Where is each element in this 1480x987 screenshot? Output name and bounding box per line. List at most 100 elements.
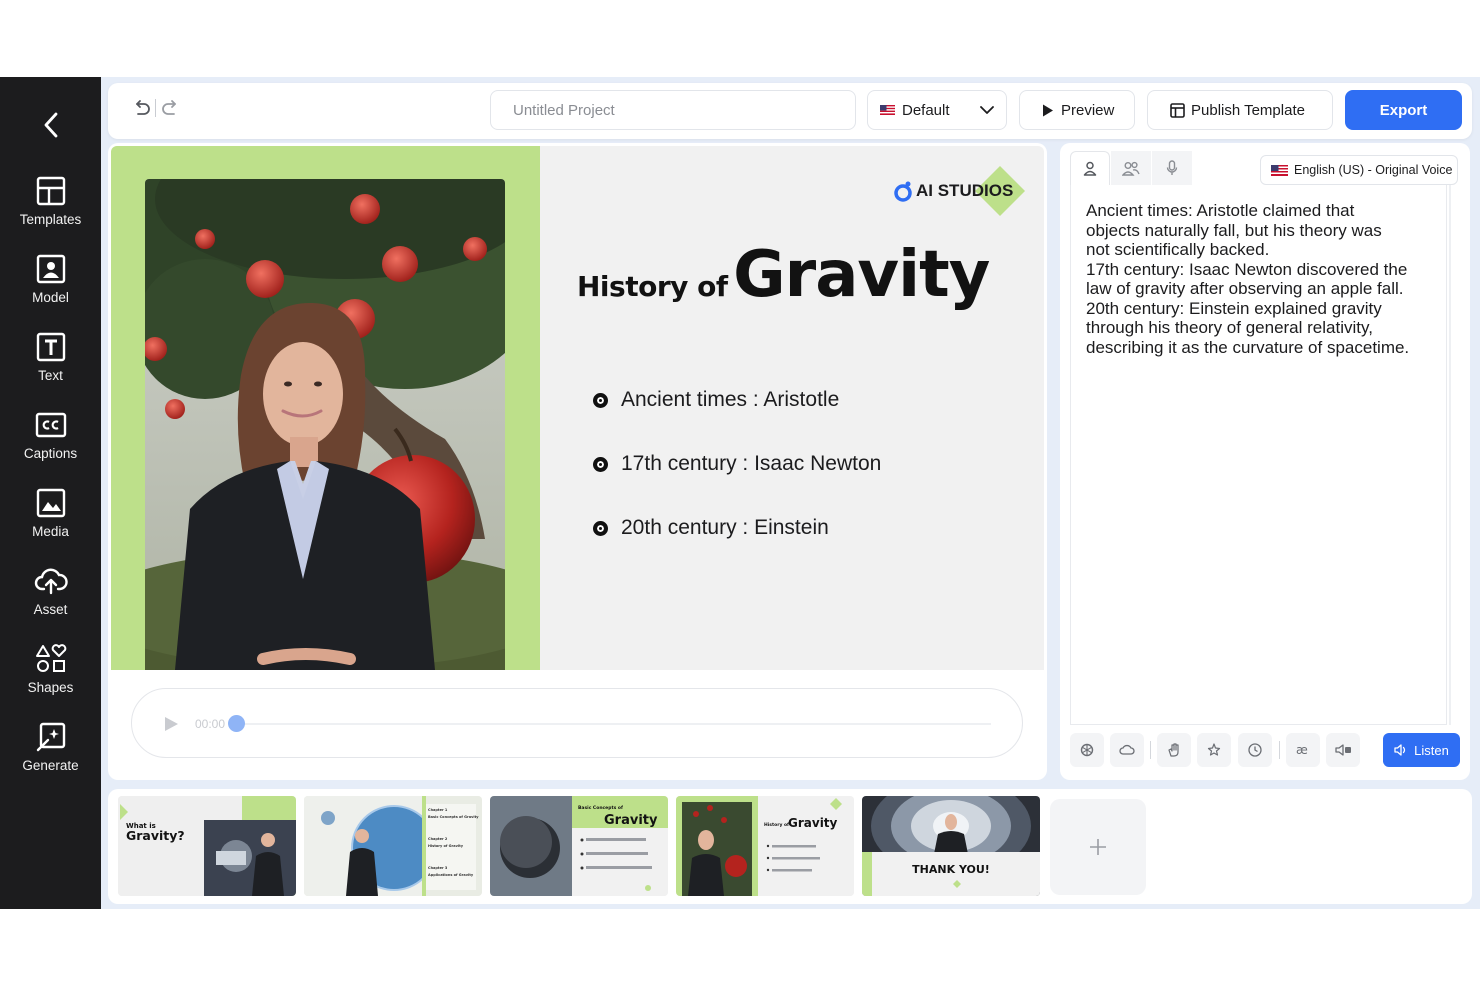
script-textarea[interactable]: Ancient times: Aristotle claimed that ob… — [1070, 185, 1447, 725]
template-icon — [1170, 102, 1185, 118]
slide-title[interactable]: History of Gravity — [577, 238, 990, 312]
thumb-title-big: Gravity? — [126, 828, 185, 843]
volume-button[interactable] — [1326, 733, 1360, 767]
us-flag-icon — [1271, 164, 1288, 176]
cloud-icon — [1119, 744, 1135, 755]
project-title-placeholder: Untitled Project — [513, 101, 615, 119]
language-preset-select[interactable]: Default — [867, 90, 1007, 130]
canvas-panel: AI STUDIOS History of Gravity Ancient ti… — [108, 143, 1047, 780]
bullet-dot-icon — [593, 456, 608, 472]
effect-icon — [1207, 743, 1221, 756]
top-toolbar: Untitled Project Default Preview Publish… — [108, 83, 1472, 139]
progress-track[interactable] — [236, 723, 991, 725]
slide-thumbnail[interactable]: Chapter 1 Basic Concepts of Gravity Chap… — [304, 796, 482, 896]
sidebar-item-label: Templates — [19, 212, 82, 227]
back-button[interactable] — [34, 105, 68, 145]
slide-bullet-text: Ancient times : Aristotle — [621, 388, 840, 411]
slide-bullet-text: 17th century : Isaac Newton — [621, 452, 882, 475]
gesture-icon — [1168, 743, 1179, 757]
listen-button[interactable]: Listen — [1383, 733, 1460, 767]
volume-icon — [1335, 744, 1351, 756]
publish-label: Publish Template — [1191, 101, 1305, 119]
bullet-dot-icon — [593, 520, 608, 536]
play-icon — [1043, 104, 1053, 116]
model-icon — [34, 252, 68, 286]
pause-button[interactable] — [1110, 733, 1144, 767]
sidebar-item-label: Media — [32, 524, 69, 539]
slide-thumbnail[interactable]: History of Gravity — [676, 796, 854, 896]
shapes-icon — [34, 642, 68, 676]
tab-voice-recording[interactable] — [1152, 151, 1192, 185]
default-label: Default — [902, 101, 950, 119]
logo-text: AI STUDIOS — [916, 181, 1014, 200]
media-icon — [34, 486, 68, 520]
voice-language-select[interactable]: English (US) - Original Voice — [1260, 155, 1458, 185]
sidebar-item-captions[interactable]: Captions — [0, 408, 101, 474]
thumb-item: History of Gravity — [428, 844, 464, 848]
redo-icon[interactable] — [160, 98, 182, 120]
templates-icon — [34, 174, 68, 208]
pronunciation-button[interactable]: æ — [1286, 733, 1320, 767]
preview-button[interactable]: Preview — [1019, 90, 1135, 130]
generate-icon — [34, 720, 68, 754]
sidebar-item-label: Captions — [23, 446, 78, 461]
microphone-icon — [1166, 160, 1178, 175]
tab-multi-avatar[interactable] — [1111, 151, 1151, 185]
sidebar-item-templates[interactable]: Templates — [0, 174, 101, 240]
thumb-title-big: THANK YOU! — [912, 863, 990, 876]
timeline-player: 00:00 — [131, 688, 1023, 758]
ai-assist-button[interactable] — [1070, 733, 1104, 767]
text-icon — [34, 330, 68, 364]
us-flag-icon — [880, 105, 895, 115]
divider — [1150, 741, 1151, 759]
project-title-input[interactable]: Untitled Project — [490, 90, 856, 130]
slide-bullet[interactable]: 17th century : Isaac Newton — [593, 452, 881, 476]
chevron-left-icon — [44, 112, 58, 138]
clock-icon — [1248, 743, 1262, 757]
slide-thumbnail[interactable]: Basic Concepts of Gravity — [490, 796, 668, 896]
plus-icon — [1090, 839, 1106, 855]
undo-icon[interactable] — [130, 98, 152, 120]
logo-ring-icon — [894, 181, 912, 202]
avatar-presenter-image[interactable] — [145, 179, 505, 670]
slide-thumbnail[interactable]: What is Gravity? — [118, 796, 296, 896]
slide-bullet-text: 20th century : Einstein — [621, 516, 829, 539]
preview-label: Preview — [1061, 101, 1115, 119]
captions-icon — [34, 408, 68, 442]
slide-title-main: Gravity — [733, 238, 990, 312]
sidebar-item-model[interactable]: Model — [0, 252, 101, 318]
slide-canvas[interactable]: AI STUDIOS History of Gravity Ancient ti… — [111, 146, 1044, 670]
sidebar-item-label: Model — [32, 290, 69, 305]
add-slide-button[interactable] — [1050, 799, 1146, 895]
sidebar-item-media[interactable]: Media — [0, 486, 101, 552]
scrollbar[interactable] — [1449, 185, 1451, 725]
sidebar-item-asset[interactable]: Asset — [0, 564, 101, 630]
gesture-button[interactable] — [1157, 733, 1191, 767]
delay-button[interactable] — [1238, 733, 1272, 767]
script-text: Ancient times: Aristotle claimed that ob… — [1086, 201, 1410, 357]
openai-icon — [1080, 743, 1094, 757]
progress-handle[interactable] — [228, 715, 245, 732]
ae-icon: æ — [1296, 744, 1308, 756]
person-icon — [1083, 161, 1097, 176]
thumb-item: Chapter 3 — [428, 866, 448, 870]
thumb-title-big: Gravity — [788, 816, 838, 830]
thumb-item: Chapter 1 — [428, 808, 448, 812]
sidebar-item-shapes[interactable]: Shapes — [0, 642, 101, 708]
sidebar-item-text[interactable]: Text — [0, 330, 101, 396]
svg-text:æ: æ — [1296, 744, 1308, 756]
export-button[interactable]: Export — [1345, 90, 1462, 130]
slide-bullet[interactable]: 20th century : Einstein — [593, 516, 829, 540]
effect-button[interactable] — [1197, 733, 1231, 767]
sidebar-item-label: Asset — [33, 602, 68, 617]
publish-template-button[interactable]: Publish Template — [1147, 90, 1333, 130]
slide-bullet[interactable]: Ancient times : Aristotle — [593, 388, 839, 412]
play-icon[interactable] — [162, 715, 180, 733]
chevron-down-icon — [980, 106, 994, 114]
tab-single-avatar[interactable] — [1070, 151, 1110, 185]
asset-icon — [34, 564, 68, 598]
listen-label: Listen — [1414, 742, 1449, 758]
slide-thumbnail[interactable]: THANK YOU! — [862, 796, 1040, 896]
sidebar-item-generate[interactable]: Generate — [0, 720, 101, 786]
thumb-item: Applications of Gravity — [428, 873, 474, 877]
